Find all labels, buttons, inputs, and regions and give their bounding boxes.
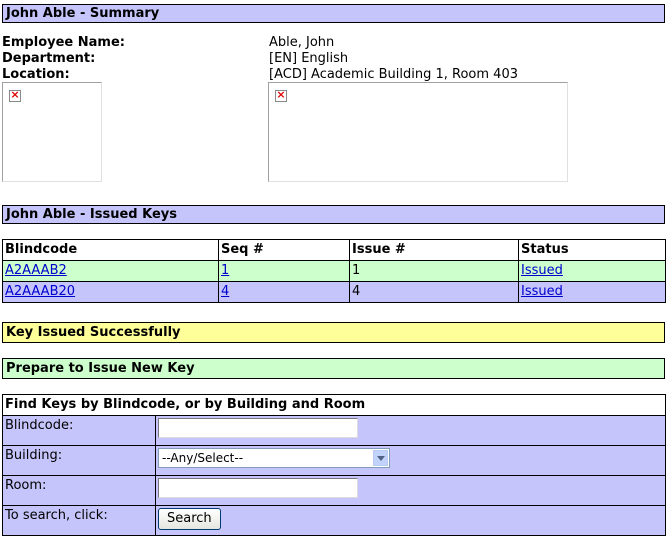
blindcode-link[interactable]: A2AAAB20 bbox=[5, 284, 75, 299]
room-input[interactable] bbox=[158, 478, 358, 498]
table-header-row: Blindcode Seq # Issue # Status bbox=[2, 239, 666, 261]
find-keys-title: Find Keys by Blindcode, or by Building a… bbox=[2, 394, 666, 416]
blindcode-input[interactable] bbox=[158, 418, 358, 438]
search-label: To search, click: bbox=[2, 505, 156, 536]
prepare-message: Prepare to Issue New Key bbox=[2, 358, 665, 379]
dropdown-arrow-icon[interactable] bbox=[373, 450, 388, 466]
success-message: Key Issued Successfully bbox=[2, 322, 665, 343]
column-issue: Issue # bbox=[349, 239, 519, 261]
location-value: [ACD] Academic Building 1, Room 403 bbox=[269, 67, 518, 82]
seq-link[interactable]: 1 bbox=[221, 263, 229, 278]
broken-image-icon bbox=[9, 88, 21, 102]
status-link[interactable]: Issued bbox=[521, 263, 563, 278]
employee-name-value: Able, John bbox=[269, 35, 335, 50]
employee-photo bbox=[2, 82, 102, 182]
broken-image-icon bbox=[275, 88, 287, 102]
employee-name-label: Employee Name: bbox=[2, 35, 125, 50]
building-label: Building: bbox=[2, 445, 156, 476]
search-button[interactable]: Search bbox=[158, 508, 221, 530]
location-label: Location: bbox=[2, 67, 70, 82]
column-seq: Seq # bbox=[218, 239, 350, 261]
column-status: Status bbox=[518, 239, 666, 261]
department-label: Department: bbox=[2, 51, 96, 66]
issue-number: 1 bbox=[349, 260, 519, 282]
building-select[interactable]: --Any/Select-- bbox=[158, 448, 390, 468]
issue-number: 4 bbox=[349, 281, 519, 303]
building-select-value: --Any/Select-- bbox=[162, 451, 244, 465]
seq-link[interactable]: 4 bbox=[221, 284, 229, 299]
find-keys-form: Find Keys by Blindcode, or by Building a… bbox=[2, 394, 666, 536]
summary-header: John Able - Summary bbox=[2, 4, 665, 23]
location-image bbox=[268, 82, 568, 182]
status-link[interactable]: Issued bbox=[521, 284, 563, 299]
room-label: Room: bbox=[2, 475, 156, 506]
table-row: A2AAAB20 4 4 Issued bbox=[2, 281, 666, 303]
table-row: A2AAAB2 1 1 Issued bbox=[2, 260, 666, 282]
blindcode-link[interactable]: A2AAAB2 bbox=[5, 263, 67, 278]
blindcode-label: Blindcode: bbox=[2, 415, 156, 446]
department-value: [EN] English bbox=[269, 51, 349, 66]
column-blindcode: Blindcode bbox=[2, 239, 219, 261]
issued-keys-table: Blindcode Seq # Issue # Status A2AAAB2 1… bbox=[2, 239, 666, 303]
issued-keys-header: John Able - Issued Keys bbox=[2, 205, 665, 224]
